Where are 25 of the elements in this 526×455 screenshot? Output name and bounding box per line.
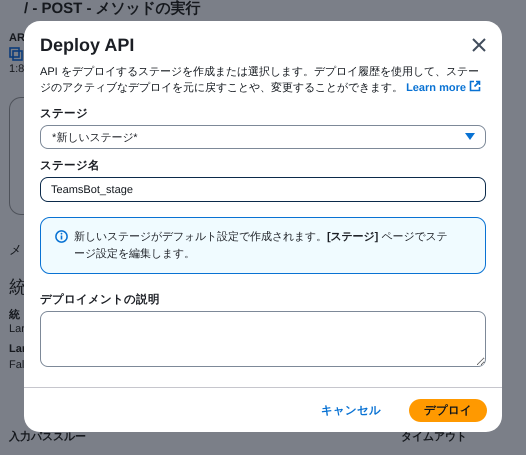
field-label: タイムアウト: [401, 430, 467, 444]
close-icon[interactable]: [472, 38, 486, 52]
description-field[interactable]: [40, 311, 486, 367]
deploy-button[interactable]: デプロイ: [409, 398, 487, 422]
caret-down-icon: [465, 133, 475, 141]
field-label: ステージ名: [40, 158, 101, 173]
field-label: 入力パススルー: [9, 430, 86, 444]
field-label: 統: [9, 308, 21, 322]
info-icon: [55, 230, 68, 243]
field-label: デプロイメントの説明: [40, 292, 161, 307]
copy-icon[interactable]: [9, 47, 23, 61]
page-title: / - POST - メソッドの実行: [23, 0, 202, 19]
external-link-icon: [469, 80, 482, 92]
dialog-title: Deploy API: [40, 34, 134, 56]
info-text: 新しいステージがデフォルト設定で作成されます。[ステージ] ページでステージ設定を編集します。: [74, 230, 448, 262]
learn-more-link[interactable]: Learn more: [406, 82, 482, 94]
field-label: ステージ: [40, 107, 89, 121]
field-value: Lar: [9, 323, 24, 335]
description-text: API をデプロイするステージを作成または選択します。デプロイ履歴を使用して、ステージのアクティブなデプロイを元に戻すことや、変更することができます。 Learn more: [40, 64, 486, 96]
stage-select[interactable]: *新しいステージ*: [40, 125, 486, 149]
tab[interactable]: メ: [9, 241, 24, 259]
cancel-button[interactable]: キャンセル: [315, 398, 387, 422]
field-value: 1:8: [9, 63, 24, 75]
field-value: Fal: [9, 359, 24, 371]
stage-name-field[interactable]: TeamsBot_stage: [40, 177, 486, 202]
